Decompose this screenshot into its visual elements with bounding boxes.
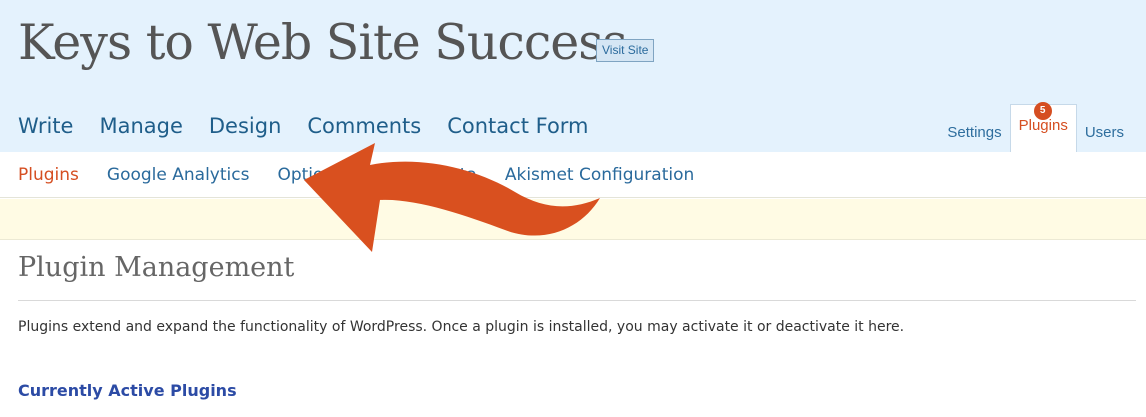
nav-item-settings[interactable]: Settings bbox=[939, 124, 1009, 152]
submenu-item-google-analytics[interactable]: Google Analytics bbox=[107, 163, 250, 187]
nav-item-users[interactable]: Users bbox=[1077, 124, 1132, 152]
nav-item-design[interactable]: Design bbox=[209, 112, 282, 140]
active-plugins-heading: Currently Active Plugins bbox=[18, 381, 237, 400]
site-title: Keys to Web Site Success bbox=[18, 14, 628, 71]
visit-site-button[interactable]: Visit Site bbox=[596, 39, 655, 62]
submenu-item-plugins[interactable]: Plugins bbox=[18, 163, 79, 187]
nav-item-write[interactable]: Write bbox=[18, 112, 73, 140]
nav-item-plugins[interactable]: Plugins 5 bbox=[1009, 102, 1077, 152]
admin-header: Keys to Web Site Success Visit Site Writ… bbox=[0, 0, 1146, 152]
page-title: Plugin Management bbox=[18, 252, 1136, 301]
nav-item-manage[interactable]: Manage bbox=[99, 112, 182, 140]
curved-arrow-left-icon bbox=[304, 143, 600, 252]
nav-item-comments[interactable]: Comments bbox=[307, 112, 421, 140]
nav-item-contact-form[interactable]: Contact Form bbox=[447, 112, 588, 140]
secondary-nav: Settings Plugins 5 Users bbox=[939, 102, 1132, 152]
page-intro-text: Plugins extend and expand the functional… bbox=[18, 319, 905, 335]
plugin-update-count-badge: 5 bbox=[1033, 102, 1052, 120]
main-nav: Write Manage Design Comments Contact For… bbox=[18, 112, 589, 140]
